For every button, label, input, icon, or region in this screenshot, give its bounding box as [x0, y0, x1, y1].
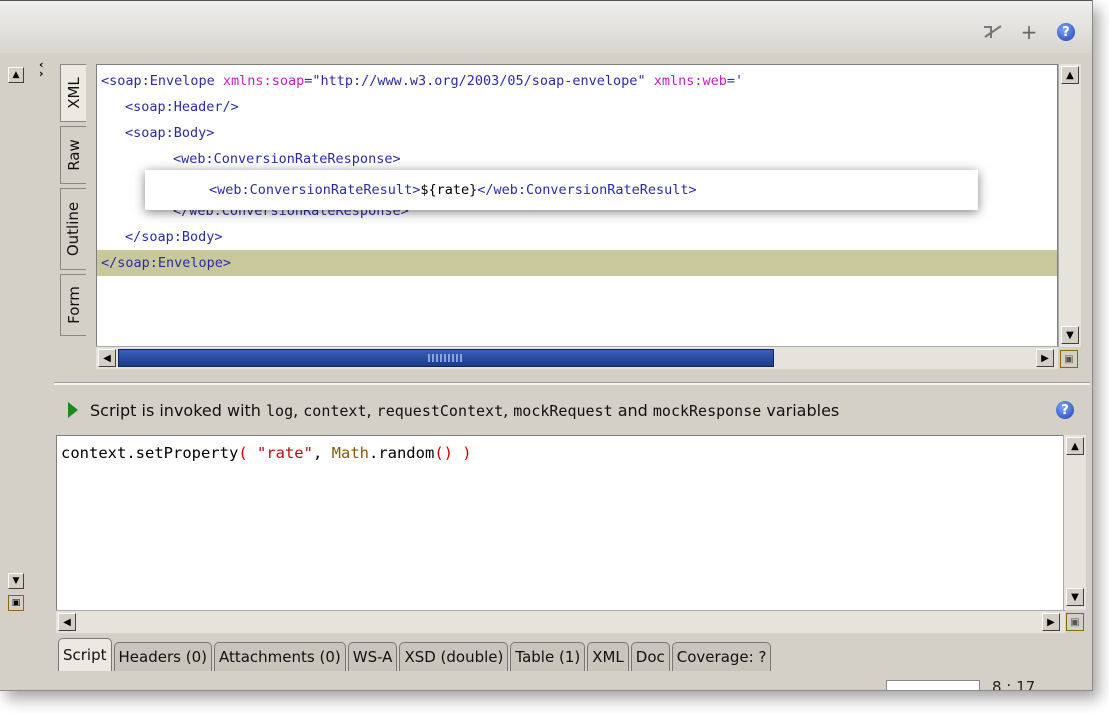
script-editor[interactable]: context.setProperty( "rate", Math.random…: [56, 435, 1065, 612]
script-vertical-scrollbar[interactable]: ▲ ▼: [1063, 435, 1086, 610]
scroll-right-icon[interactable]: ▶: [1036, 349, 1054, 367]
run-script-icon[interactable]: [68, 402, 78, 418]
tab-xml[interactable]: XML: [587, 642, 629, 671]
xml-horizontal-scrollbar[interactable]: ◀ ▶: [96, 346, 1058, 369]
scroll-up-icon[interactable]: ▲: [8, 67, 24, 83]
xml-line: <soap:Header/>: [125, 99, 239, 115]
xml-line: <soap:Envelope xmlns:soap="http://www.w3…: [101, 73, 744, 89]
bottom-tabs: Script Headers (0) Attachments (0) WS-A …: [58, 637, 773, 671]
highlighted-xml-line: <web:ConversionRateResult>${rate}</web:C…: [145, 170, 978, 210]
toolbar: + ?: [0, 0, 1092, 53]
script-info-bar: Script is invoked with log, context, req…: [56, 395, 1086, 425]
validate-icon[interactable]: [982, 21, 1004, 43]
xml-line: <soap:Body>: [125, 125, 215, 141]
scroll-down-icon[interactable]: ▼: [8, 573, 24, 589]
xml-line: <web:ConversionRateResponse>: [173, 151, 401, 167]
splitter[interactable]: [54, 382, 1090, 385]
cursor-position: 8 : 17: [992, 678, 1036, 691]
tab-xml[interactable]: XML: [60, 64, 86, 122]
scroll-left-icon[interactable]: ◀: [98, 349, 116, 367]
scroll-down-icon[interactable]: ▼: [1061, 326, 1079, 344]
script-info-text: Script is invoked with log, context, req…: [90, 400, 840, 420]
status-field: [886, 680, 980, 690]
tab-table[interactable]: Table (1): [510, 642, 586, 671]
xml-vertical-scrollbar[interactable]: ▲ ▼: [1058, 64, 1081, 347]
script-horizontal-scrollbar[interactable]: ◀ ▶: [56, 610, 1065, 633]
help-icon[interactable]: ?: [1056, 401, 1074, 419]
scroll-down-icon[interactable]: ▼: [1066, 588, 1084, 606]
scroll-right-icon[interactable]: ▶: [1042, 613, 1060, 631]
scroll-left-icon[interactable]: ◀: [58, 613, 76, 631]
tab-script[interactable]: Script: [58, 638, 112, 671]
tab-form[interactable]: Form: [60, 274, 86, 336]
scrollbar-thumb[interactable]: [118, 349, 774, 367]
xml-line-current: </soap:Envelope>: [97, 250, 1057, 276]
collapse-arrows-icon[interactable]: ‹ ›: [39, 59, 51, 90]
tab-doc[interactable]: Doc: [630, 642, 670, 671]
script-line: context.setProperty( "rate", Math.random…: [61, 444, 472, 462]
tab-raw[interactable]: Raw: [60, 126, 86, 184]
zoom-icon[interactable]: ▣: [1066, 613, 1084, 631]
help-icon[interactable]: ?: [1057, 23, 1075, 41]
tab-outline[interactable]: Outline: [60, 188, 86, 270]
zoom-icon[interactable]: ▣: [1060, 350, 1078, 368]
tab-attachments[interactable]: Attachments (0): [213, 642, 346, 671]
tab-headers[interactable]: Headers (0): [113, 642, 212, 671]
tab-ws-a[interactable]: WS-A: [347, 642, 398, 671]
mock-response-window: + ? ▲ ▼ ▣ ‹ › XML Raw Outline Form <soap:…: [0, 0, 1093, 691]
zoom-icon[interactable]: ▣: [8, 595, 24, 611]
xml-line: </soap:Body>: [125, 229, 223, 245]
scroll-up-icon[interactable]: ▲: [1066, 437, 1084, 455]
tab-xsd[interactable]: XSD (double): [399, 642, 509, 671]
left-panel: ▲ ▼ ▣: [0, 55, 38, 620]
scroll-up-icon[interactable]: ▲: [1061, 66, 1079, 84]
add-icon[interactable]: +: [1018, 20, 1040, 44]
tab-coverage[interactable]: Coverage: ?: [671, 642, 772, 671]
